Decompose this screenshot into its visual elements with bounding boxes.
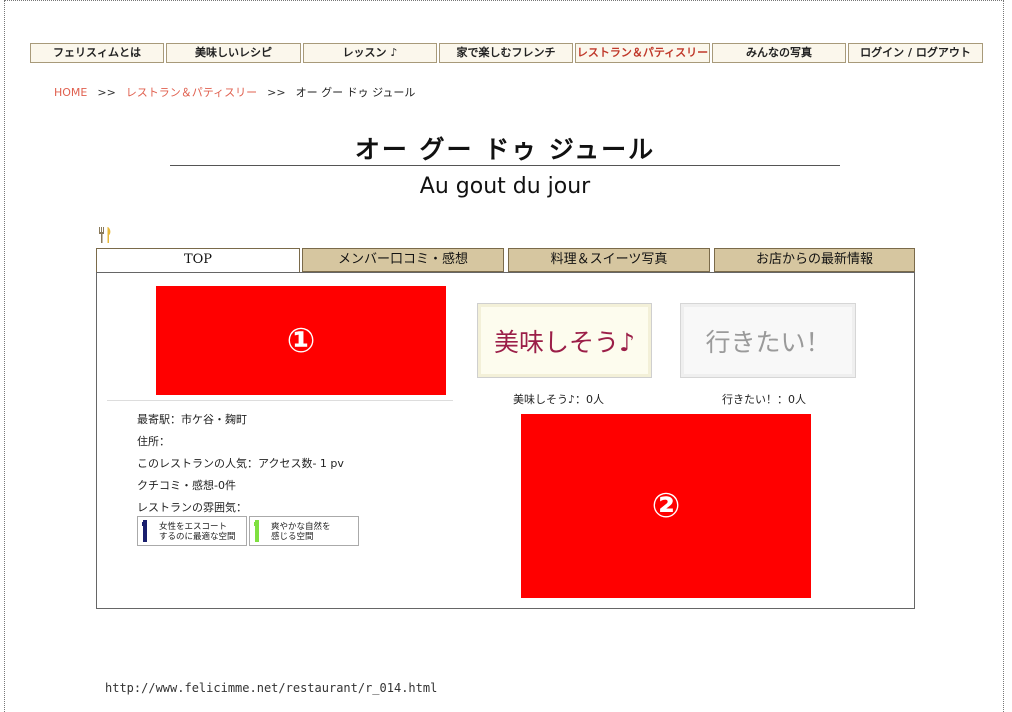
atmosphere-label: レストランの雰囲気：	[137, 501, 247, 514]
want-count: 行きたい！：0人	[722, 393, 806, 406]
looks-tasty-button[interactable]: 美味しそう♪	[477, 303, 652, 378]
atmosphere-badge-nature: 爽やかな自然を 感じる空間	[249, 516, 359, 546]
breadcrumb-separator: >>	[97, 86, 116, 99]
tab-top[interactable]: TOP	[96, 248, 300, 273]
tasty-count: 美味しそう♪：0人	[513, 393, 605, 406]
nav-item-recipes[interactable]: 美味しいレシピ	[166, 43, 301, 63]
page-url: http://www.felicimme.net/restaurant/r_01…	[105, 681, 438, 695]
popularity: このレストランの人気：アクセス数- 1 pv	[137, 457, 344, 470]
tab-shop-news[interactable]: お店からの最新情報	[714, 248, 915, 272]
nav-item-home-french[interactable]: 家で楽しむフレンチ	[439, 43, 573, 63]
restaurant-image-placeholder: ①	[156, 286, 446, 395]
want-to-go-button[interactable]: 行きたい！	[680, 303, 856, 378]
title-divider	[170, 165, 840, 166]
breadcrumb-category-link[interactable]: レストラン＆パティスリー	[126, 86, 257, 99]
map-placeholder: ②	[521, 414, 811, 598]
nav-item-about[interactable]: フェリスィムとは	[30, 43, 164, 63]
badge-dot-icon	[142, 522, 146, 526]
page-title: オー グー ドゥ ジュール	[354, 135, 656, 164]
badge-text-line1: 女性をエスコート	[159, 522, 228, 532]
badge-dot-icon	[254, 522, 258, 526]
nav-item-restaurants[interactable]: レストラン＆パティスリー	[575, 43, 710, 63]
tab-bar: TOP メンバー口コミ・感想 料理＆スイーツ写真 お店からの最新情報	[96, 248, 915, 273]
review-count: クチコミ・感想-0件	[137, 479, 236, 492]
breadcrumb-separator: >>	[267, 86, 286, 99]
nearest-station: 最寄駅：市ケ谷・麹町	[137, 413, 247, 426]
cutlery-icon	[99, 227, 111, 243]
breadcrumb-home-link[interactable]: HOME	[54, 86, 87, 99]
top-nav: フェリスィムとは 美味しいレシピ レッスン ♪ 家で楽しむフレンチ レストラン＆…	[30, 43, 983, 63]
tab-member-reviews[interactable]: メンバー口コミ・感想	[302, 248, 504, 272]
nav-item-photos[interactable]: みんなの写真	[712, 43, 846, 63]
nav-item-lessons[interactable]: レッスン ♪	[303, 43, 437, 63]
address: 住所：	[137, 435, 170, 448]
badge-text-line2: するのに最適な空間	[159, 532, 236, 542]
tab-food-photos[interactable]: 料理＆スイーツ写真	[508, 248, 710, 272]
atmosphere-badge-escort: 女性をエスコート するのに最適な空間	[137, 516, 247, 546]
breadcrumb: HOME >> レストラン＆パティスリー >> オー グー ドゥ ジュール	[54, 84, 415, 100]
nav-item-login[interactable]: ログイン / ログアウト	[848, 43, 983, 63]
badge-text-line1: 爽やかな自然を	[271, 522, 331, 532]
section-divider	[107, 400, 453, 401]
badge-text-line2: 感じる空間	[271, 532, 314, 542]
breadcrumb-current: オー グー ドゥ ジュール	[295, 86, 416, 99]
page-subtitle: Au gout du jour	[419, 174, 591, 199]
